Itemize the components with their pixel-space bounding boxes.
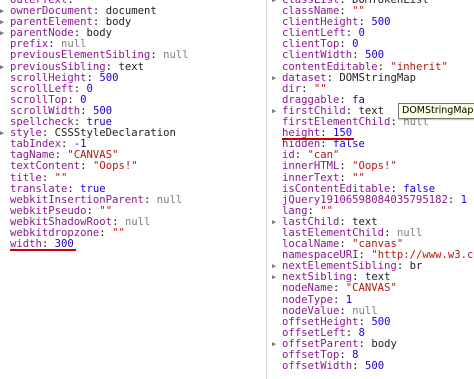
property-value: body [86, 27, 113, 40]
key-value-separator: : [326, 71, 340, 84]
key-value-separator: : [358, 337, 372, 350]
expand-triangle-icon[interactable]: ▶ [272, 217, 282, 228]
property-value: "" [112, 226, 125, 239]
property-value: null [124, 215, 151, 228]
property-value: DOMStringMap [339, 71, 416, 84]
key-value-separator: : [80, 160, 93, 173]
expand-triangle-icon[interactable]: ▶ [0, 128, 10, 139]
property-value: 500 [99, 71, 119, 84]
expand-triangle-icon[interactable]: ▶ [272, 73, 282, 84]
property-value: 500 [371, 315, 391, 328]
key-value-separator: : [352, 360, 365, 373]
right-properties-list: ▶ classList: DOMTokenList className: "" cli… [272, 0, 473, 372]
property-row: offsetWidth: 500 [272, 361, 473, 372]
expand-triangle-icon[interactable]: ▶ [272, 339, 282, 350]
expand-triangle-icon[interactable]: ▶ [272, 272, 282, 283]
expand-triangle-icon[interactable]: ▶ [0, 28, 10, 39]
property-value: 0 [86, 82, 93, 95]
highlight-underline [10, 249, 76, 252]
left-properties-panel: outerText: "" ▶ ownerDocument: document ▶ pa… [0, 0, 266, 379]
expand-triangle-icon[interactable]: ▶ [272, 106, 282, 117]
expand-triangle-icon[interactable]: ▶ [0, 6, 10, 17]
left-properties-list: outerText: "" ▶ ownerDocument: document ▶ pa… [0, 0, 189, 252]
property-value: "CANVAS" [345, 282, 397, 295]
key-value-separator: : [150, 49, 164, 62]
property-value: null [156, 193, 183, 206]
property-row: width: 300 [0, 239, 189, 252]
property-value: 500 [371, 16, 391, 29]
expand-triangle-icon[interactable]: ▶ [0, 62, 10, 73]
property-value: null [163, 49, 189, 62]
tooltip: DOMStringMap [398, 103, 474, 119]
property-value: br [409, 260, 423, 273]
expand-triangle-icon[interactable]: ▶ [272, 261, 282, 272]
property-value: body [371, 337, 397, 350]
property-value: 1 [460, 193, 467, 206]
panel-divider [266, 0, 267, 379]
key-value-separator: : [396, 260, 410, 273]
key-value-separator: : [99, 226, 113, 239]
property-value: 500 [364, 360, 385, 373]
property-value: "Oops!" [92, 160, 138, 173]
property-key: offsetWidth [282, 360, 353, 373]
key-value-separator: : [447, 193, 461, 206]
right-properties-panel: ▶ classList: DOMTokenList className: "" cli… [272, 0, 474, 379]
expand-triangle-icon[interactable]: ▶ [0, 17, 10, 28]
property-value: text [118, 60, 144, 73]
property-value: 0 [358, 27, 365, 40]
key-value-separator: : [143, 193, 157, 206]
